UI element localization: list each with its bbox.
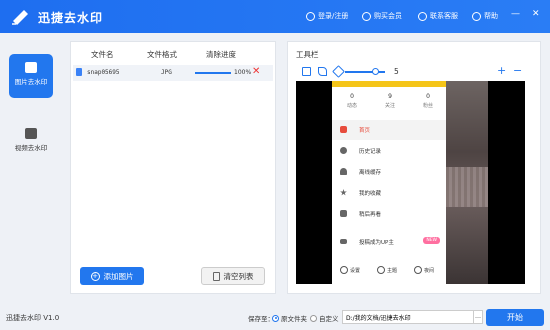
stat-fans: 0 粉丝 [422,93,433,109]
plus-circle-icon: + [90,271,100,281]
image-icon [25,62,37,73]
preview-night: 夜间 [414,266,434,274]
image-preview[interactable]: 0 动态 9 关注 0 粉丝 首页 历史记录 离线缓存 我的收藏 稍后再看 投稿成为U… [296,81,525,284]
settings-icon [340,266,348,274]
table-row[interactable]: snap05695 JPG 100% ✕ [73,65,273,81]
tools-title: 工具栏 [296,50,319,59]
preview-photo-detail [446,167,488,207]
progress-fill [195,72,231,74]
app-logo-icon [12,10,28,25]
app-title: 迅捷去水印 [38,11,104,25]
delete-icon[interactable]: ✕ [252,66,260,78]
radio-custom-folder[interactable]: 自定义 [310,313,339,323]
radio-checked-icon [272,314,279,322]
file-icon [76,68,82,76]
theme-icon [377,266,385,274]
progress-text: 100% [234,69,252,76]
file-format: JPG [161,69,172,76]
file-list-panel: 文件名 文件格式 清除进度 snap05695 JPG 100% ✕ [70,41,276,294]
clear-list-button[interactable]: 清空列表 [201,267,265,285]
preview-header-strip [332,81,446,87]
star-icon [340,189,347,196]
moon-icon [414,266,422,274]
preview-bottom-bar: 设置 主题 夜间 [332,259,446,284]
add-image-label: 添加图片 [103,271,134,281]
brush-size-slider[interactable] [345,71,385,73]
video-icon [25,128,37,139]
add-image-button[interactable]: + 添加图片 [80,267,144,285]
zoom-out-button[interactable]: − [513,64,522,77]
new-badge: NEW [423,237,440,244]
stat-dynamics: 0 动态 [346,93,357,109]
clear-list-label: 清空列表 [223,271,254,281]
sidebar-item-label: 视频去水印 [14,144,48,152]
clock-icon [340,147,347,154]
preview-settings: 设置 [340,266,360,274]
preview-phone-screen: 0 动态 9 关注 0 粉丝 首页 历史记录 离线缓存 我的收藏 稍后再看 投稿成为U… [332,81,446,284]
preview-menu-offline: 离线缓存 [332,162,446,182]
file-name: snap05695 [87,69,120,76]
sidebar: 图片去水印 视频去水印 [0,33,62,303]
help-label: 帮助 [484,12,498,20]
sidebar-item-image-watermark[interactable]: 图片去水印 [9,54,53,98]
brush-size-slider-handle[interactable] [372,68,379,75]
preview-menu-favorites: 我的收藏 [332,183,446,203]
status-bar: 迅捷去水印 V1.0 保存至： 原文件夹 自定义 … 开始 [0,303,550,330]
save-to-label: 保存至： [248,315,274,323]
preview-menu-history: 历史记录 [332,141,446,161]
column-header-filename: 文件名 [91,50,114,59]
brush-size-value: 5 [394,67,399,76]
browse-button[interactable]: … [474,310,483,324]
radio-original-folder[interactable]: 原文件夹 [272,313,307,323]
login-label: 登录/注册 [318,12,349,20]
zoom-in-button[interactable]: + [497,64,506,77]
sidebar-item-video-watermark[interactable]: 视频去水印 [9,120,53,164]
customer-service-button[interactable]: 联系客服 [418,11,458,21]
brush-icon[interactable] [318,67,327,76]
progress-bar [195,72,231,74]
column-header-progress: 清除进度 [206,50,236,59]
radio-unchecked-icon [310,314,317,322]
home-icon [340,126,347,133]
title-bar: 迅捷去水印 登录/注册 购买会员 联系客服 帮助 — ✕ [0,0,550,33]
start-button[interactable]: 开始 [486,309,544,326]
login-button[interactable]: 登录/注册 [306,11,348,21]
later-icon [340,210,347,217]
buy-vip-button[interactable]: 购买会员 [362,11,402,21]
upload-icon [340,239,347,244]
service-label: 联系客服 [430,12,458,20]
preview-theme: 主题 [377,266,397,274]
buy-label: 购买会员 [374,12,402,20]
help-icon [472,11,481,21]
preview-menu-home: 首页 [332,120,446,140]
sidebar-item-label: 图片去水印 [14,78,48,86]
cloud-icon [340,168,347,175]
preview-menu-upload: 投稿成为UP主 NEW [332,232,446,252]
chat-icon [418,11,427,21]
version-label: 迅捷去水印 V1.0 [6,314,60,322]
save-path-input[interactable] [342,310,474,324]
user-icon [306,11,315,21]
minimize-button[interactable]: — [511,9,520,19]
help-button[interactable]: 帮助 [472,11,498,21]
column-header-format: 文件格式 [147,50,177,59]
trash-icon [212,271,220,281]
rect-select-icon[interactable] [302,67,311,76]
close-button[interactable]: ✕ [532,9,540,19]
preview-menu-watch-later: 稍后再看 [332,204,446,224]
stat-follow: 9 关注 [384,93,395,109]
diamond-icon [362,11,371,21]
